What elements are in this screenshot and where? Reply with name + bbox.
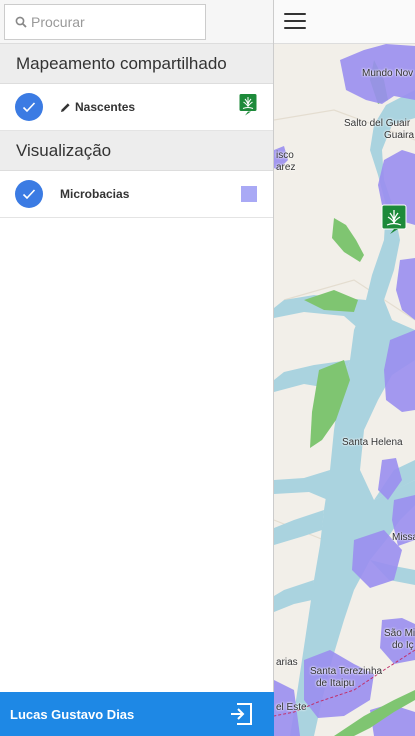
hamburger-icon[interactable] [284,13,306,31]
map-toolbar [274,0,415,44]
map-label: arez [276,162,296,173]
search-input[interactable] [31,14,201,30]
nascente-map-marker-icon[interactable] [381,204,407,234]
layer-name-wrapper: Nascentes [60,100,135,114]
layer-legend [239,94,257,121]
layer-legend [241,186,257,202]
layer-checkbox[interactable] [15,180,43,208]
section-header-shared-mapping: Mapeamento compartilhado [0,44,273,84]
section-header-visualization: Visualização [0,131,273,171]
map-label: de Itaipu [316,678,355,689]
user-footer: Lucas Gustavo Dias [0,692,274,736]
layer-row-microbacias[interactable]: Microbacias [0,171,273,218]
map-label: Mundo Nov [362,68,414,79]
checkmark-icon [22,102,36,113]
map-label: São Mi [384,628,415,639]
map-label: do Iç [392,640,414,651]
layer-name-wrapper: Microbacias [60,187,129,201]
layer-checkbox[interactable] [15,93,43,121]
layer-label: Microbacias [60,187,130,201]
map-label: Salto del Guair [344,118,411,129]
map-label: isco [276,150,294,161]
map-label: el Este [276,702,307,713]
layers-sidebar: Mapeamento compartilhado Nascentes Visua… [0,0,274,736]
map-label: Guaira [384,130,415,141]
search-box[interactable] [4,4,206,40]
pencil-icon[interactable] [60,102,71,113]
microbacias-color-swatch [241,186,257,202]
search-icon [15,16,27,28]
checkmark-icon [22,189,36,200]
map-view[interactable]: Mundo Nov Salto del Guair Guaira isco ar… [274,0,415,736]
map-label: Santa Helena [342,437,403,448]
layer-row-nascentes[interactable]: Nascentes [0,84,273,131]
user-name: Lucas Gustavo Dias [10,706,135,722]
layer-label: Nascentes [75,100,136,114]
nascentes-marker-icon [239,94,257,116]
map-label: Santa Terezinha [310,666,383,677]
logout-icon[interactable] [228,701,254,727]
map-label: Missa [392,532,415,543]
map-label: arias [276,657,298,668]
map-tiles[interactable] [274,0,415,736]
search-bar [0,0,273,44]
